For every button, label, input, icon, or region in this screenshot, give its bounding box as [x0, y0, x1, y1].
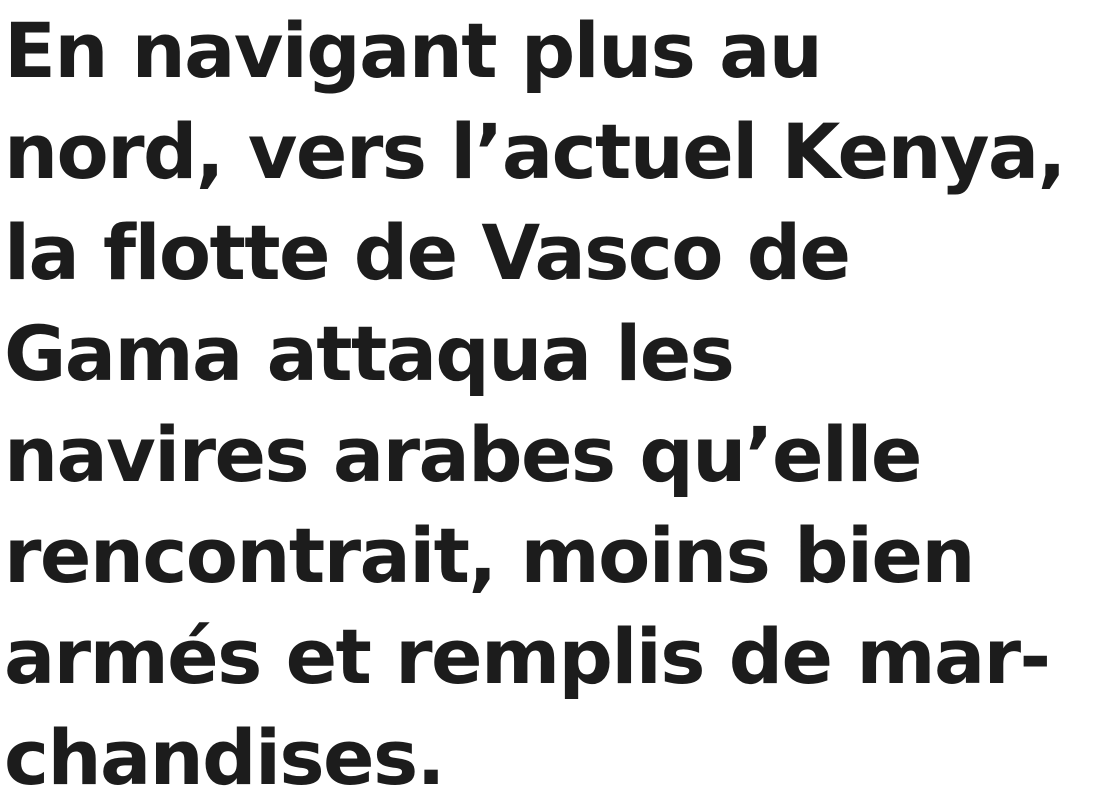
paragraph-line-8: chandises.	[4, 713, 445, 802]
paragraph-line-2: nord, vers l’actuel Kenya,	[4, 107, 1066, 196]
paragraph-line-1: En navigant plus au	[4, 6, 823, 95]
paragraph-line-5: navires arabes qu’elle	[4, 410, 922, 499]
paragraph-line-3: la flotte de Vasco de	[4, 208, 851, 297]
paragraph-line-7: armés et remplis de mar-	[4, 612, 1051, 701]
body-paragraph: En navigant plus au nord, vers l’actuel …	[4, 0, 1066, 808]
paragraph-line-6: rencontrait, moins bien	[4, 511, 975, 600]
paragraph-line-4: Gama attaqua les	[4, 309, 735, 398]
